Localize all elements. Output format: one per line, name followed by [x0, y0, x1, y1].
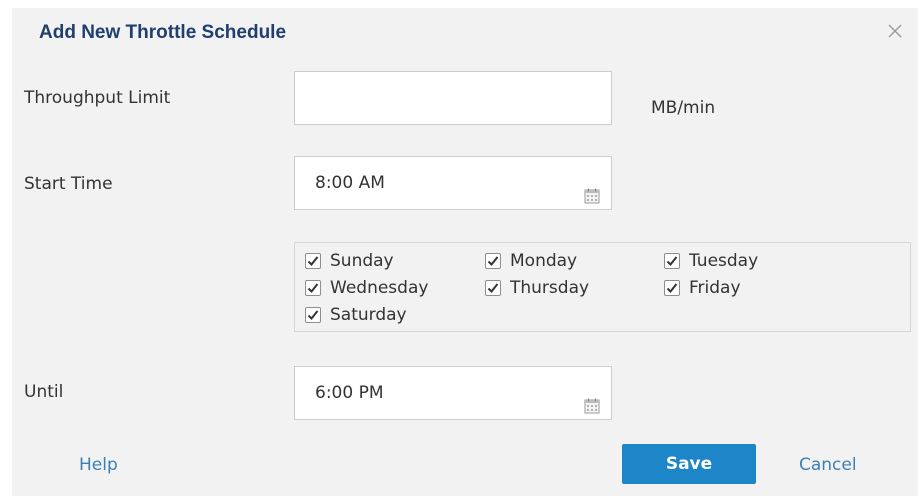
- checkbox-checked-icon[interactable]: [305, 280, 321, 296]
- calendar-icon[interactable]: [583, 384, 601, 414]
- day-label: Tuesday: [689, 251, 759, 271]
- close-icon[interactable]: [886, 22, 904, 40]
- checkbox-checked-icon[interactable]: [664, 280, 680, 296]
- until-label: Until: [24, 382, 64, 402]
- day-checkbox-saturday[interactable]: Saturday: [305, 305, 407, 327]
- day-label: Monday: [510, 251, 578, 271]
- day-checkbox-tuesday[interactable]: Tuesday: [664, 251, 758, 273]
- throughput-limit-input[interactable]: [294, 71, 612, 125]
- start-time-input[interactable]: 8:00 AM: [294, 156, 612, 210]
- help-link[interactable]: Help: [79, 455, 118, 475]
- until-time-input[interactable]: 6:00 PM: [294, 366, 612, 420]
- throttle-schedule-dialog: Add New Throttle Schedule Throughput Lim…: [12, 8, 918, 496]
- checkbox-checked-icon[interactable]: [305, 253, 321, 269]
- day-label: Saturday: [330, 305, 407, 325]
- days-of-week-group: Sunday Monday Tuesday Wednesday Thursday…: [294, 242, 911, 332]
- start-time-label: Start Time: [24, 174, 113, 194]
- day-checkbox-sunday[interactable]: Sunday: [305, 251, 394, 273]
- checkbox-checked-icon[interactable]: [485, 280, 501, 296]
- day-label: Friday: [689, 278, 741, 298]
- checkbox-checked-icon[interactable]: [305, 307, 321, 323]
- day-checkbox-friday[interactable]: Friday: [664, 278, 741, 300]
- dialog-title: Add New Throttle Schedule: [39, 22, 287, 43]
- throughput-limit-label: Throughput Limit: [24, 88, 171, 108]
- day-checkbox-thursday[interactable]: Thursday: [485, 278, 589, 300]
- save-button[interactable]: Save: [622, 444, 756, 484]
- cancel-link[interactable]: Cancel: [799, 455, 857, 475]
- calendar-icon[interactable]: [583, 174, 601, 204]
- day-label: Wednesday: [330, 278, 429, 298]
- day-checkbox-wednesday[interactable]: Wednesday: [305, 278, 428, 300]
- start-time-value: 8:00 AM: [315, 173, 385, 193]
- day-checkbox-monday[interactable]: Monday: [485, 251, 577, 273]
- until-time-value: 6:00 PM: [315, 383, 384, 403]
- checkbox-checked-icon[interactable]: [664, 253, 680, 269]
- day-label: Sunday: [330, 251, 394, 271]
- day-label: Thursday: [510, 278, 590, 298]
- throughput-unit-label: MB/min: [651, 98, 716, 118]
- checkbox-checked-icon[interactable]: [485, 253, 501, 269]
